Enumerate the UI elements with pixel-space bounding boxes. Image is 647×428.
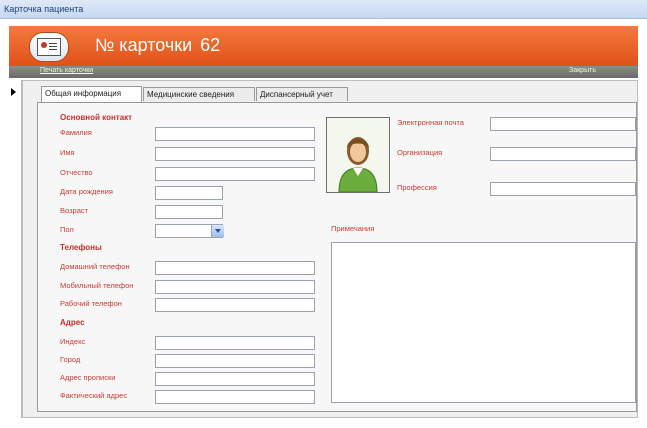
- notes-field[interactable]: [331, 242, 636, 403]
- first-name-field[interactable]: [155, 147, 315, 161]
- organization-field[interactable]: [490, 147, 636, 161]
- tab-general-info[interactable]: Общая информация: [41, 86, 142, 102]
- home-phone-label: Домашний телефон: [60, 262, 130, 271]
- record-selector[interactable]: [9, 80, 22, 418]
- email-label: Электронная почта: [397, 118, 464, 127]
- profession-label: Профессия: [397, 183, 437, 192]
- card-number-value: 62: [200, 35, 221, 55]
- work-phone-label: Рабочий телефон: [60, 299, 122, 308]
- city-field[interactable]: [155, 354, 315, 368]
- actual-address-field[interactable]: [155, 390, 315, 404]
- notes-label: Примечания: [331, 224, 375, 233]
- profession-field[interactable]: [490, 182, 636, 196]
- zip-label: Индекс: [60, 337, 86, 346]
- actual-address-label: Фактический адрес: [60, 391, 128, 400]
- tab-dispensary[interactable]: Диспансерный учет: [256, 87, 348, 101]
- birth-date-label: Дата рождения: [60, 187, 113, 196]
- first-name-label: Имя: [60, 148, 75, 157]
- sex-label: Пол: [60, 225, 74, 234]
- patronymic-field[interactable]: [155, 167, 315, 181]
- age-label: Возраст: [60, 206, 89, 215]
- tab-medical-info[interactable]: Медицинские сведения: [143, 87, 255, 101]
- section-phones: Телефоны: [60, 243, 102, 252]
- patronymic-label: Отчество: [60, 168, 93, 177]
- zip-field[interactable]: [155, 336, 315, 350]
- last-name-field[interactable]: [155, 127, 315, 141]
- patient-photo[interactable]: [326, 117, 390, 193]
- close-button[interactable]: Закрыть: [569, 67, 596, 74]
- city-label: Город: [60, 355, 81, 364]
- mobile-phone-label: Мобильный телефон: [60, 281, 134, 290]
- record-selector-icon: [11, 88, 16, 96]
- window-titlebar: Карточка пациента: [0, 0, 647, 19]
- print-card-button[interactable]: Печать карточки: [40, 67, 93, 74]
- section-main-contact: Основной контакт: [60, 113, 133, 122]
- mobile-phone-field[interactable]: [155, 280, 315, 294]
- registration-address-field[interactable]: [155, 372, 315, 386]
- section-address: Адрес: [60, 318, 85, 327]
- card-number-title: № карточки 62: [95, 35, 220, 56]
- birth-date-field[interactable]: [155, 186, 223, 200]
- form-header: № карточки 62: [9, 26, 638, 66]
- command-bar: Печать карточки Закрыть: [9, 66, 638, 78]
- card-number-prefix: № карточки: [95, 35, 193, 55]
- patient-card-icon: [29, 32, 69, 62]
- email-field[interactable]: [490, 117, 636, 131]
- registration-address-label: Адрес прописки: [60, 373, 116, 382]
- work-phone-field[interactable]: [155, 298, 315, 312]
- window-title: Карточка пациента: [4, 4, 84, 14]
- age-field[interactable]: [155, 205, 223, 219]
- person-avatar-icon: [327, 118, 389, 193]
- home-phone-field[interactable]: [155, 261, 315, 275]
- organization-label: Организация: [397, 148, 443, 157]
- chevron-down-icon[interactable]: [211, 225, 224, 237]
- last-name-label: Фамилия: [60, 128, 92, 137]
